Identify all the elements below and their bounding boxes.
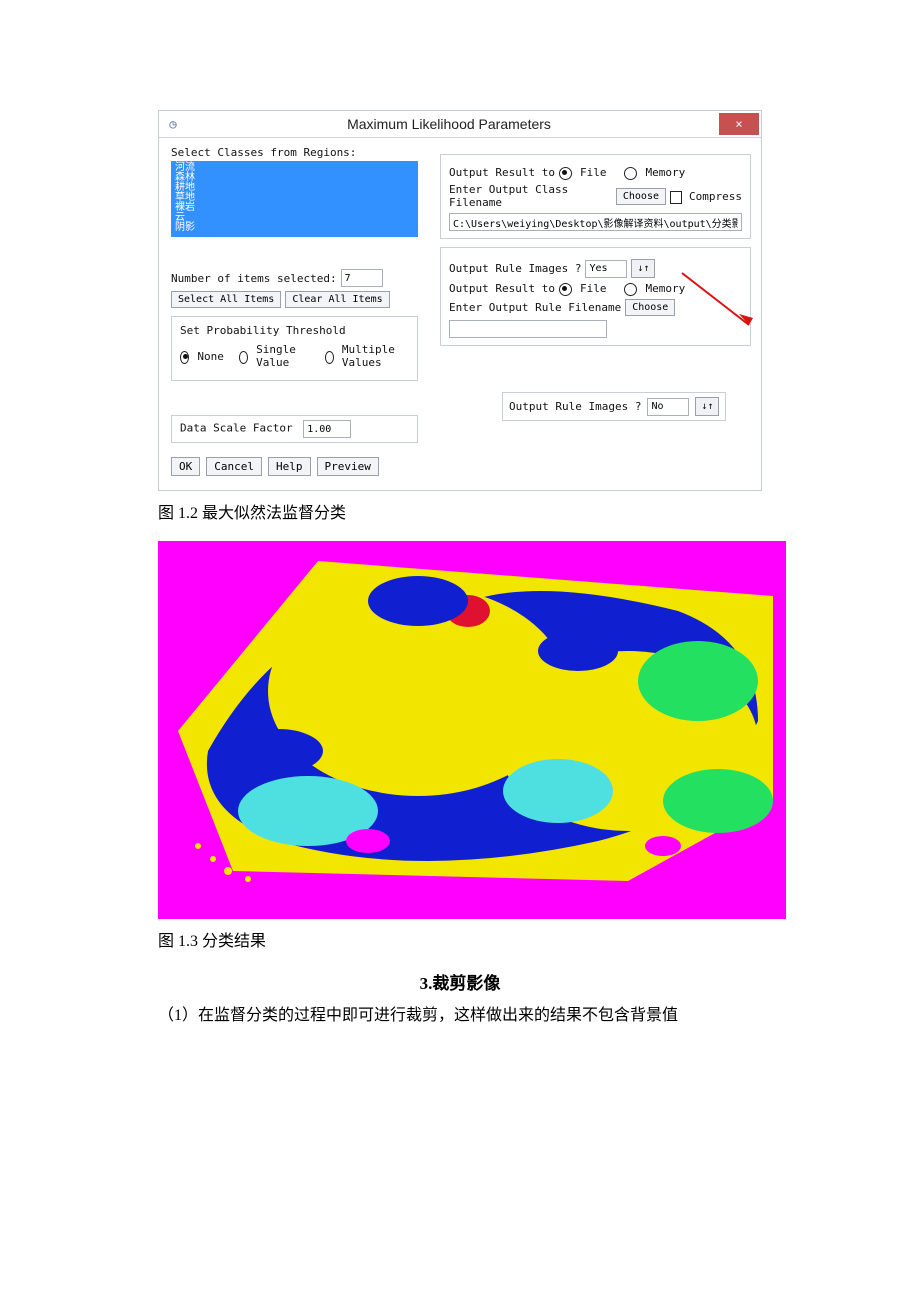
cancel-button[interactable]: Cancel — [206, 457, 262, 476]
num-items-label: Number of items selected: — [171, 272, 337, 285]
rule-images-no-box: Output Rule Images ? ↓↑ — [502, 392, 726, 421]
radio-none[interactable] — [180, 351, 189, 364]
right-panel: Output Result to File Memory Enter Outpu… — [428, 138, 761, 490]
choose-class-file-button[interactable]: Choose — [616, 188, 666, 205]
num-items-field[interactable] — [341, 269, 383, 287]
left-panel: Select Classes from Regions: 河流 森林 耕地 草地… — [159, 138, 428, 490]
rule-images-no-label: Output Rule Images ? — [509, 400, 641, 413]
radio-multiple[interactable] — [325, 351, 334, 364]
radio-single-label: Single Value — [256, 343, 310, 369]
close-icon[interactable]: × — [719, 113, 759, 135]
output-result-label: Output Result to — [449, 166, 555, 179]
radio-memory-rule[interactable] — [624, 283, 637, 296]
radio-file-rule[interactable] — [559, 283, 572, 296]
radio-multiple-label: Multiple Values — [342, 343, 409, 369]
app-icon: ◷ — [165, 116, 181, 132]
radio-file-rule-label: File — [580, 282, 607, 295]
class-filename-label: Enter Output Class Filename — [449, 183, 612, 209]
radio-none-label: None — [197, 350, 224, 363]
dialog-title: Maximum Likelihood Parameters — [181, 116, 717, 132]
rule-filename-field[interactable] — [449, 320, 607, 338]
preview-button[interactable]: Preview — [317, 457, 379, 476]
classes-listbox[interactable]: 河流 森林 耕地 草地 裸岩 云 阴影 — [171, 161, 418, 237]
help-button[interactable]: Help — [268, 457, 311, 476]
toggle-icon[interactable]: ↓↑ — [631, 259, 655, 278]
scale-field[interactable] — [303, 420, 351, 438]
body-paragraph-1: （1）在监督分类的过程中即可进行裁剪，这样做出来的结果不包含背景值 — [158, 1007, 678, 1024]
class-filename-field[interactable] — [449, 213, 742, 231]
compress-label: Compress — [689, 190, 742, 203]
dialog-title-bar: ◷ Maximum Likelihood Parameters × — [159, 111, 761, 138]
radio-memory-rule-label: Memory — [645, 282, 685, 295]
toggle-icon-2[interactable]: ↓↑ — [695, 397, 719, 416]
threshold-label: Set Probability Threshold — [180, 324, 409, 337]
radio-memory[interactable] — [624, 167, 637, 180]
classification-result-image — [158, 541, 786, 919]
radio-memory-label: Memory — [645, 166, 685, 179]
section-3-title: 3.裁剪影像 — [158, 969, 762, 994]
figure-caption-2: 图 1.3 分类结果 — [158, 927, 762, 951]
choose-rule-file-button[interactable]: Choose — [625, 299, 675, 316]
rule-filename-label: Enter Output Rule Filename — [449, 301, 621, 314]
select-all-button[interactable]: Select All Items — [171, 291, 281, 308]
rule-images-yes-field[interactable] — [585, 260, 627, 278]
scale-label: Data Scale Factor — [180, 422, 293, 435]
radio-single[interactable] — [239, 351, 248, 364]
output-result-rule-label: Output Result to — [449, 282, 555, 295]
rule-images-no-field[interactable] — [647, 398, 689, 416]
clear-all-button[interactable]: Clear All Items — [285, 291, 389, 308]
ok-button[interactable]: OK — [171, 457, 200, 476]
threshold-group: Set Probability Threshold None Single Va… — [171, 316, 418, 381]
ml-params-dialog: ◷ Maximum Likelihood Parameters × Select… — [158, 110, 762, 491]
select-classes-label: Select Classes from Regions: — [171, 146, 418, 159]
figure-caption-1: 图 1.2 最大似然法监督分类 — [158, 499, 762, 523]
rule-images-yes-label: Output Rule Images ? — [449, 262, 581, 275]
radio-file-label: File — [580, 166, 607, 179]
compress-checkbox[interactable] — [670, 191, 682, 204]
radio-file[interactable] — [559, 167, 572, 180]
